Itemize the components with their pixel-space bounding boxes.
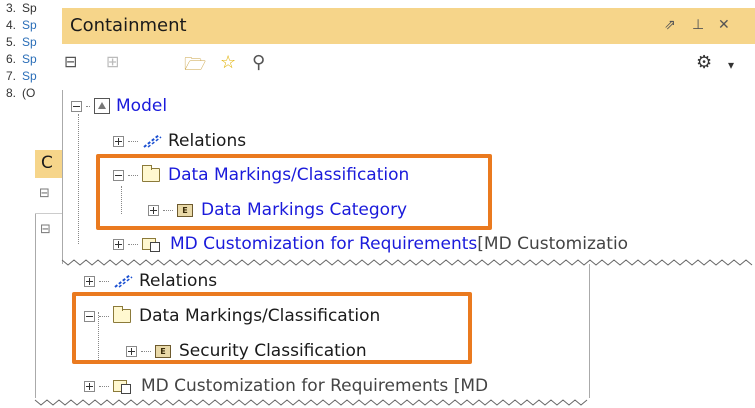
relations-icon	[114, 274, 133, 288]
list-number: 4.	[6, 18, 17, 32]
tree-item-suffix: [MD Customizatio	[477, 234, 629, 254]
dropdown-arrow-icon[interactable]: ▾	[728, 58, 734, 72]
list-text: Sp	[22, 1, 37, 15]
tree-item-label: MD Customization for Requirements	[170, 234, 478, 254]
list-number: 5.	[6, 35, 17, 49]
list-link[interactable]: Sp	[22, 69, 37, 83]
doc-list-item[interactable]: 5. Sp	[6, 34, 37, 51]
collapse-all-icon[interactable]: ⊟	[64, 52, 77, 71]
customization-icon	[113, 378, 133, 394]
doc-list-item[interactable]: 7. Sp	[6, 68, 37, 85]
list-link[interactable]: Sp	[22, 35, 37, 49]
model-collapse-icon[interactable]: ⊟	[40, 222, 51, 237]
tree-item-model[interactable]: Model	[71, 90, 167, 122]
tree-item-label: Model	[116, 96, 168, 116]
containment-toolbar: ⊟ ⊞ 🗁 ☆ ⚲ ⚙ ▾	[62, 44, 755, 90]
list-link[interactable]: Sp	[22, 52, 37, 66]
torn-edge	[61, 259, 753, 266]
search-icon[interactable]: ⚲	[252, 52, 265, 73]
pin-icon[interactable]: ⊥	[692, 17, 704, 33]
torn-edge	[34, 399, 588, 406]
expand-icon[interactable]	[113, 135, 124, 147]
tree-item-md-customization[interactable]: MD Customization for Requirements [MD Cu…	[113, 228, 628, 260]
background-doc-list: 3. Sp 4. Sp 5. Sp 6. Sp 7. Sp 8. (O	[6, 0, 37, 102]
collapse-icon[interactable]	[71, 100, 82, 112]
expand-all-icon[interactable]: ⊞	[106, 52, 119, 71]
close-icon[interactable]: ✕	[718, 17, 730, 33]
highlight-box-bottom	[72, 292, 472, 364]
containment-titlebar: Containment ⇗ ⊥ ✕	[62, 8, 755, 44]
panel-title: Containment	[70, 15, 187, 36]
list-number: 7.	[6, 69, 17, 83]
restore-icon[interactable]: ⇗	[664, 17, 676, 33]
tree-item-label: Relations	[139, 271, 218, 291]
list-number: 6.	[6, 52, 17, 66]
doc-list-item[interactable]: 4. Sp	[6, 17, 37, 34]
doc-list-item: 3. Sp	[6, 0, 37, 17]
expand-icon[interactable]	[84, 380, 95, 392]
star-icon[interactable]: ☆	[220, 52, 236, 73]
expand-icon[interactable]	[84, 275, 95, 287]
doc-list-item[interactable]: 6. Sp	[6, 51, 37, 68]
relations-icon	[143, 134, 162, 148]
tree-item-label: Relations	[168, 131, 247, 151]
bottom-panel-title: C	[41, 153, 53, 173]
list-number: 8.	[6, 86, 17, 100]
customization-icon	[142, 236, 162, 252]
doc-list-item: 8. (O	[6, 85, 37, 102]
highlight-box-top	[96, 154, 492, 230]
model-icon	[94, 98, 110, 114]
tree-item-relations[interactable]: Relations	[113, 125, 246, 157]
list-number: 3.	[6, 1, 17, 15]
collapse-all-icon[interactable]: ⊟	[39, 186, 50, 201]
gear-icon[interactable]: ⚙	[696, 52, 712, 73]
open-folder-icon[interactable]: 🗁	[184, 52, 206, 82]
tree-item-label: MD Customization for Requirements [MD	[141, 376, 489, 396]
list-link[interactable]: Sp	[22, 18, 37, 32]
list-text: (O	[22, 86, 36, 100]
expand-icon[interactable]	[113, 238, 124, 250]
